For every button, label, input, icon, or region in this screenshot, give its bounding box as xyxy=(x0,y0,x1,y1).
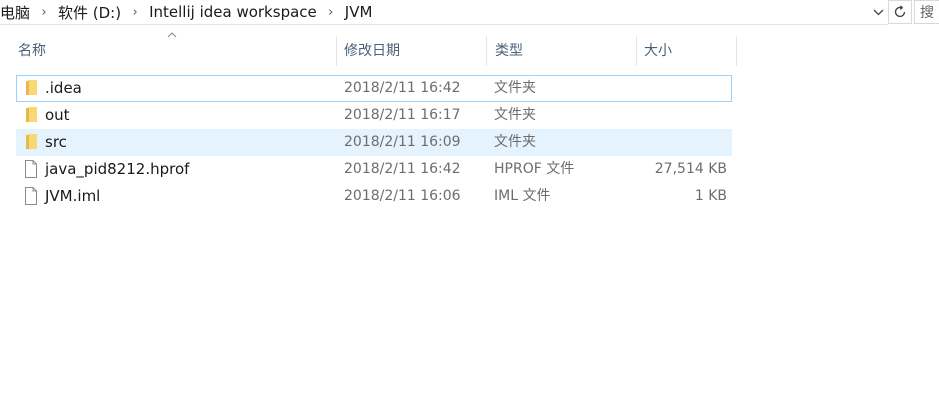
file-type: 文件夹 xyxy=(494,134,536,150)
folder-icon xyxy=(26,107,37,122)
file-name: src xyxy=(45,133,67,151)
file-name: java_pid8212.hprof xyxy=(45,160,190,178)
address-history-dropdown[interactable] xyxy=(868,0,888,24)
search-input[interactable]: 搜 xyxy=(914,0,939,24)
column-header-name[interactable]: 名称 xyxy=(0,36,337,66)
column-header-type-label: 类型 xyxy=(495,43,523,59)
list-item[interactable]: JVM.iml 2018/2/11 16:06 IML 文件 1 KB xyxy=(16,183,732,210)
breadcrumb-drive-d[interactable]: 软件 (D:) xyxy=(55,2,124,23)
column-header-row: 名称 修改日期 类型 大小 xyxy=(0,36,740,66)
search-placeholder: 搜 xyxy=(920,5,934,21)
file-type: 文件夹 xyxy=(494,107,536,123)
file-list: .idea 2018/2/11 16:42 文件夹 out 2018/2/11 … xyxy=(16,75,732,210)
file-type: HPROF 文件 xyxy=(494,161,575,177)
column-header-date[interactable]: 修改日期 xyxy=(337,36,487,66)
column-header-size[interactable]: 大小 xyxy=(637,36,737,66)
list-item[interactable]: .idea 2018/2/11 16:42 文件夹 xyxy=(16,75,732,102)
file-name: .idea xyxy=(45,79,82,97)
refresh-icon xyxy=(894,5,906,18)
file-type: 文件夹 xyxy=(494,80,536,96)
file-date: 2018/2/11 16:42 xyxy=(344,161,461,177)
breadcrumb-separator-icon[interactable]: › xyxy=(33,5,55,20)
address-bar[interactable]: 电脑 › 软件 (D:) › Intellij idea workspace ›… xyxy=(0,0,888,25)
column-header-type[interactable]: 类型 xyxy=(487,36,637,66)
list-item[interactable]: src 2018/2/11 16:09 文件夹 xyxy=(16,129,732,156)
column-header-date-label: 修改日期 xyxy=(344,43,400,59)
list-item[interactable]: out 2018/2/11 16:17 文件夹 xyxy=(16,102,732,129)
breadcrumb: 电脑 › 软件 (D:) › Intellij idea workspace ›… xyxy=(0,0,375,24)
file-icon xyxy=(25,187,37,205)
list-item[interactable]: java_pid8212.hprof 2018/2/11 16:42 HPROF… xyxy=(16,156,732,183)
breadcrumb-separator-icon[interactable]: › xyxy=(124,5,146,20)
file-date: 2018/2/11 16:17 xyxy=(344,107,461,123)
chevron-down-icon xyxy=(873,9,883,15)
breadcrumb-workspace[interactable]: Intellij idea workspace xyxy=(146,3,320,21)
file-type: IML 文件 xyxy=(494,188,551,204)
column-header-size-label: 大小 xyxy=(644,43,672,59)
folder-icon xyxy=(26,80,37,95)
file-date: 2018/2/11 16:06 xyxy=(344,188,461,204)
folder-icon xyxy=(26,134,37,149)
breadcrumb-jvm[interactable]: JVM xyxy=(342,3,376,21)
file-name: JVM.iml xyxy=(45,187,101,205)
refresh-button[interactable] xyxy=(888,0,912,24)
column-header-name-label: 名称 xyxy=(18,43,46,59)
breadcrumb-this-pc[interactable]: 电脑 xyxy=(0,2,33,23)
file-icon xyxy=(25,160,37,178)
breadcrumb-separator-icon[interactable]: › xyxy=(320,5,342,20)
file-date: 2018/2/11 16:42 xyxy=(344,80,461,96)
file-size: 27,514 KB xyxy=(654,161,727,177)
file-name: out xyxy=(45,106,70,124)
file-date: 2018/2/11 16:09 xyxy=(344,134,461,150)
file-size: 1 KB xyxy=(694,188,727,204)
